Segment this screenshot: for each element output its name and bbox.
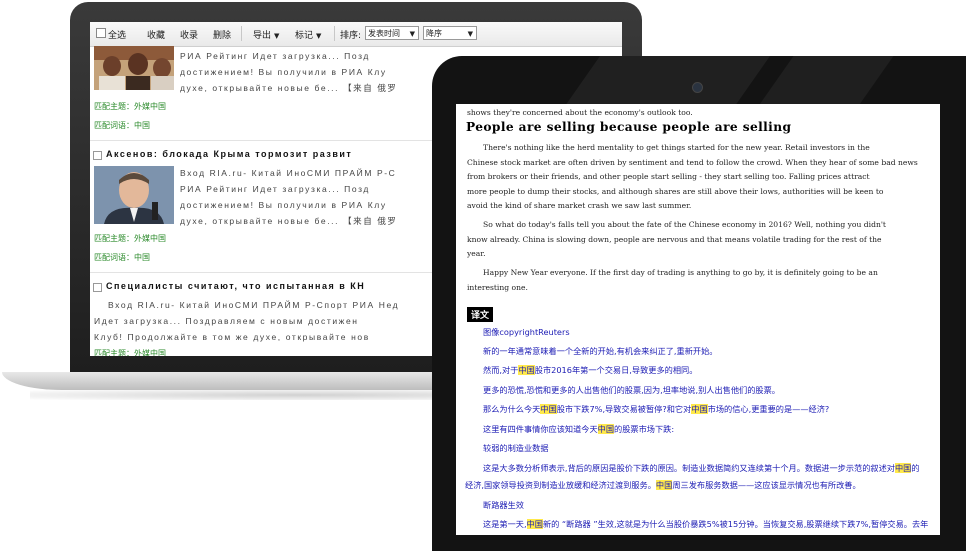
highlight-keyword: 中国	[894, 463, 912, 473]
mark-label: 标记	[295, 31, 314, 41]
article-thumbnail[interactable]	[94, 46, 174, 90]
article-snippet-line: Идет загрузка... Поздравляем с новым дос…	[94, 316, 359, 326]
article-text-line: Happy New Year everyone. If the first da…	[483, 268, 878, 277]
article-paragraph: know already. China is slowing down, peo…	[467, 233, 929, 262]
translation-line: 新的一年通常意味着一个全新的开始,有机会来纠正了,重新开始。	[483, 346, 718, 356]
article-text-line: Chinese stock market are often driven by…	[467, 157, 918, 167]
translation-line: 那么为什么今天中国股市下跌7%,导致交易被暂停?和它对中国市场的信心,更重要的是…	[483, 401, 940, 418]
translation-line: 这是第一天,中国新的 “断路器 ”生效,这就是为什么当股价暴跌5%被15分钟。当…	[483, 516, 940, 533]
export-label: 导出	[253, 31, 272, 41]
translation-text: 经济,国家领导投资到制造业放缓和经济过渡到服务。	[465, 480, 656, 490]
translation-subheading: 断路器生效	[483, 500, 524, 510]
article-text-line: more people to dump their stocks, and al…	[467, 186, 884, 196]
chevron-down-icon: ▼	[274, 32, 280, 40]
translation-line: 图像copyrightReuters	[483, 327, 570, 337]
translation-text: 这里有四件事情你应该知道今天	[483, 424, 598, 434]
translation-subheading: 较弱的制造业数据	[483, 443, 549, 453]
article-reader: shows they're concerned about the econom…	[456, 104, 940, 535]
toolbar-divider	[334, 26, 335, 41]
article-snippet-line: РИА Рейтинг Идет загрузка... Позд	[180, 184, 370, 194]
matched-topic-tag[interactable]: 匹配主题：外媒中国	[94, 233, 166, 244]
export-menu[interactable]: 导出 ▼	[253, 28, 279, 41]
chevron-down-icon: ▼	[409, 30, 415, 38]
article-text-line: interesting one.	[467, 282, 528, 292]
article-text-line: shows they're concerned about the econom…	[467, 108, 693, 117]
collect-button[interactable]: 收录	[180, 28, 198, 41]
select-all-label[interactable]: 全选	[108, 28, 126, 41]
article-snippet-line: духе, открывайте новые бе... 【来自 俄罗	[180, 83, 398, 93]
sort-field-value: 发表时间	[368, 29, 400, 38]
camera-icon	[692, 82, 703, 93]
article-snippet-line: Вход RIA.ru- Китай ИноСМИ ПРАЙМ Р-С	[180, 168, 397, 178]
translation-text: 那么为什么今天	[483, 404, 541, 414]
article-checkbox[interactable]	[93, 151, 102, 160]
toolbar: 全选 收藏 收录 删除 导出 ▼ 标记 ▼ 排序: 发表时间 ▼ 降序 ▼	[90, 22, 622, 47]
sort-field-select[interactable]: 发表时间 ▼	[365, 26, 419, 40]
article-text-line: year.	[467, 249, 486, 258]
translation-text: 的	[911, 463, 920, 473]
matched-topic-tag[interactable]: 匹配主题：外媒中国	[94, 101, 166, 112]
article-snippet-line: Клуб! Продолжайте в том же духе, открыва…	[94, 332, 370, 342]
translation-text: 这是第一天,	[483, 519, 527, 529]
translation-text: 这是大多数分析师表示,背后的原因是股价下跌的原因。制造业数据简约又连续第十个月。…	[483, 463, 895, 473]
chevron-down-icon: ▼	[316, 32, 322, 40]
select-all-checkbox[interactable]	[96, 28, 106, 38]
translation-text: 然而,对于	[483, 365, 519, 375]
translation-text: 的股票市场下跌:	[614, 424, 675, 434]
article-text-line: There's nothing like the herd mentality …	[483, 143, 870, 152]
article-paragraph: interesting one.	[467, 281, 929, 296]
article-snippet-line: Вход RIA.ru- Китай ИноСМИ ПРАЙМ Р-Спорт …	[108, 300, 400, 310]
translation-line: 然而,对于中国股市2016年第一个交易日,导致更多的相同。	[483, 362, 940, 379]
highlight-keyword: 中国	[540, 404, 557, 414]
article-text-line: avoid the kind of share market crash we …	[467, 201, 692, 210]
translation-text: 新的 “断路器 ”生效,这就是为什么当股价暴跌5%被15分钟。当恢复交易,股票继…	[542, 519, 929, 529]
matched-topic-tag[interactable]: 匹配主题：外媒中国	[94, 348, 166, 356]
sort-order-value: 降序	[426, 29, 442, 38]
highlight-keyword: 中国	[691, 404, 708, 414]
delete-button[interactable]: 删除	[213, 28, 231, 41]
highlight-keyword: 中国	[597, 424, 615, 434]
article-snippet-line: достижением! Вы получили в РИА Клу	[180, 67, 387, 77]
article-text-line: know already. China is slowing down, peo…	[467, 234, 882, 244]
article-paragraph: Chinese stock market are often driven by…	[467, 156, 929, 214]
article-paragraph: Happy New Year everyone. If the first da…	[467, 266, 929, 281]
sort-order-select[interactable]: 降序 ▼	[423, 26, 477, 40]
article-snippet-line: РИА Рейтинг Идет загрузка... Позд	[180, 51, 370, 61]
article-snippet-line: достижением! Вы получили в РИА Клу	[180, 200, 387, 210]
article-title[interactable]: Аксенов: блокада Крыма тормозит развит	[106, 149, 352, 159]
chevron-down-icon: ▼	[467, 30, 473, 38]
matched-word-tag[interactable]: 匹配词语：中国	[94, 252, 150, 263]
article-paragraph: So what do today's falls tell you about …	[467, 218, 929, 233]
article-snippet-line: духе, открывайте новые бе... 【来自 俄罗	[180, 216, 398, 226]
translation-text: 股市下跌7%,导致交易被暂停?和它对	[556, 404, 692, 414]
highlight-keyword: 中国	[518, 365, 535, 375]
favorite-button[interactable]: 收藏	[147, 28, 165, 41]
translation-label: 译文	[467, 307, 494, 322]
toolbar-divider	[241, 26, 242, 41]
translation-line: 经济,国家领导投资到制造业放缓和经济过渡到服务。中国周三发布服务数据——这应该显…	[465, 477, 933, 494]
sort-label: 排序:	[340, 31, 362, 41]
translation-line: 这里有四件事情你应该知道今天中国的股票市场下跌:	[483, 421, 940, 438]
mark-menu[interactable]: 标记 ▼	[295, 28, 321, 41]
translation-text: 周三发布服务数据——这应该显示情况也有所改善。	[672, 480, 861, 490]
article-checkbox[interactable]	[93, 283, 102, 292]
translation-line: 这是大多数分析师表示,背后的原因是股价下跌的原因。制造业数据简约又连续第十个月。…	[483, 460, 939, 477]
highlight-keyword: 中国	[655, 480, 673, 490]
article-text-line: from brokers or their friends, and other…	[467, 172, 870, 181]
article-thumbnail[interactable]	[94, 166, 174, 224]
article-title[interactable]: Специалисты считают, что испытанная в КН	[106, 281, 365, 291]
matched-word-tag[interactable]: 匹配词语：中国	[94, 120, 150, 131]
article-paragraph: There's nothing like the herd mentality …	[467, 141, 929, 156]
translation-line: 更多的恐慌,恐慌和更多的人出售他们的股票,因为,坦率地说,别人出售他们的股票。	[483, 385, 780, 395]
translation-text: 股市2016年第一个交易日,导致更多的相同。	[534, 365, 698, 375]
article-text-line: So what do today's falls tell you about …	[483, 220, 886, 229]
section-heading: People are selling because people are se…	[466, 120, 792, 134]
translation-text: 市场的信心,更重要的是——经济?	[707, 404, 830, 414]
highlight-keyword: 中国	[526, 519, 543, 529]
